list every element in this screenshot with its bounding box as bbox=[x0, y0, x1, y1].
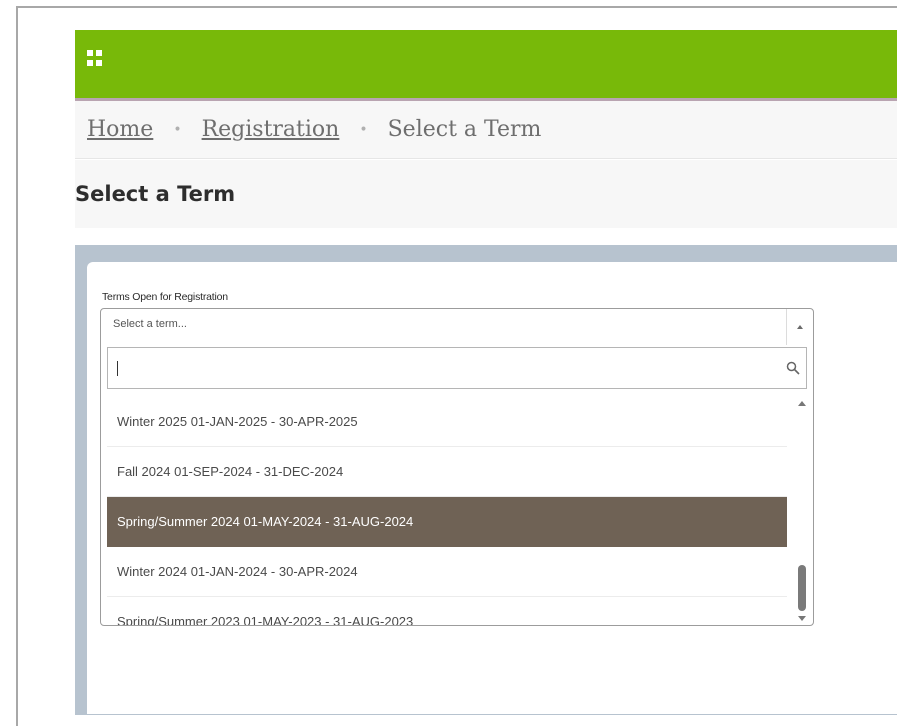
term-option-highlighted[interactable]: Spring/Summer 2024 01-MAY-2024 - 31-AUG-… bbox=[107, 497, 787, 547]
term-options-list: Winter 2025 01-JAN-2025 - 30-APR-2025 Fa… bbox=[101, 397, 813, 625]
term-search-box bbox=[107, 347, 807, 389]
term-option[interactable]: Winter 2025 01-JAN-2025 - 30-APR-2025 bbox=[107, 397, 787, 447]
page-title: Select a Term bbox=[75, 182, 236, 206]
search-icon[interactable] bbox=[786, 361, 800, 375]
scroll-down-arrow-icon[interactable] bbox=[798, 616, 806, 621]
caret-up-icon bbox=[797, 325, 803, 329]
terms-field-label: Terms Open for Registration bbox=[102, 291, 228, 303]
scroll-up-arrow-icon[interactable] bbox=[798, 401, 806, 406]
text-cursor bbox=[117, 361, 118, 376]
dropdown-arrow[interactable] bbox=[786, 309, 813, 345]
term-option[interactable]: Spring/Summer 2023 01-MAY-2023 - 31-AUG-… bbox=[107, 597, 787, 625]
title-bar: Select a Term bbox=[75, 160, 897, 228]
breadcrumb-separator: • bbox=[359, 121, 368, 138]
term-select-toggle[interactable]: Select a term... bbox=[101, 309, 813, 345]
top-banner bbox=[75, 30, 897, 98]
term-option[interactable]: Winter 2024 01-JAN-2024 - 30-APR-2024 bbox=[107, 547, 787, 597]
term-option[interactable]: Fall 2024 01-SEP-2024 - 31-DEC-2024 bbox=[107, 447, 787, 497]
breadcrumb: Home • Registration • Select a Term bbox=[75, 101, 897, 159]
breadcrumb-current: Select a Term bbox=[387, 117, 542, 142]
breadcrumb-registration-link[interactable]: Registration bbox=[202, 117, 340, 142]
term-search-input[interactable] bbox=[108, 348, 778, 388]
breadcrumb-separator: • bbox=[173, 121, 182, 138]
breadcrumb-home-link[interactable]: Home bbox=[87, 117, 153, 142]
app-grid-icon[interactable] bbox=[87, 50, 103, 66]
term-select-dropdown: Select a term... Winter 2025 01-JAN-2025… bbox=[100, 308, 814, 626]
term-select-placeholder: Select a term... bbox=[113, 318, 187, 330]
scrollbar-thumb[interactable] bbox=[798, 565, 806, 611]
